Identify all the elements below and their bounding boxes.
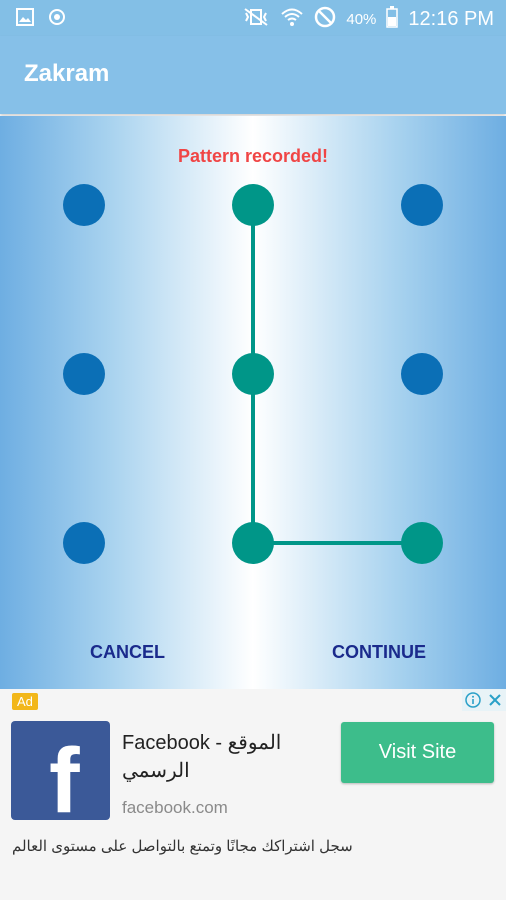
pattern-dot-r0c2[interactable] [401, 184, 443, 226]
pattern-actions: CANCEL CONTINUE [0, 642, 506, 668]
ad-controls [462, 689, 506, 711]
status-right-icons: 40% 12:16 PM [242, 6, 494, 33]
settings-notification-icon [48, 8, 66, 31]
cancel-button[interactable]: CANCEL [90, 642, 165, 663]
status-left-icons [16, 8, 66, 31]
battery-icon [386, 6, 399, 33]
pattern-dot-r1c0[interactable] [63, 353, 105, 395]
info-icon[interactable] [462, 689, 484, 711]
gallery-icon [16, 8, 34, 31]
do-not-disturb-icon [314, 6, 336, 33]
ad-domain: facebook.com [122, 798, 228, 817]
visit-site-button[interactable]: Visit Site [341, 722, 494, 783]
app-title: Zakram [24, 60, 110, 87]
vibrate-mute-icon [242, 7, 270, 32]
close-icon[interactable] [484, 689, 506, 711]
ad-badge: Ad [12, 693, 38, 710]
pattern-dot-r0c0[interactable] [63, 184, 105, 226]
wifi-icon [280, 7, 304, 32]
ad-title[interactable]: Facebook - الموقع الرسمي [122, 729, 328, 785]
pattern-dot-r0c1[interactable] [232, 184, 274, 226]
facebook-logo-icon[interactable]: f [11, 721, 110, 820]
pattern-dot-r2c0[interactable] [63, 522, 105, 564]
pattern-dot-r1c1[interactable] [232, 353, 274, 395]
battery-percent: 40% [346, 11, 377, 28]
ad-description: سجل اشتراكك مجانًا وتمتع بالتواصل على مس… [12, 838, 353, 855]
ad-banner[interactable]: Ad f Facebook - الموقع الرسمي facebook.c… [0, 689, 506, 900]
pattern-grid[interactable] [0, 116, 506, 636]
pattern-dot-r1c2[interactable] [401, 353, 443, 395]
status-time: 12:16 PM [408, 8, 494, 30]
pattern-screen: Pattern recorded! CANCEL CONTINUE [0, 116, 506, 689]
status-bar: 40% 12:16 PM [0, 0, 506, 36]
pattern-dot-r2c1[interactable] [232, 522, 274, 564]
pattern-dot-r2c2[interactable] [401, 522, 443, 564]
continue-button[interactable]: CONTINUE [332, 642, 426, 663]
app-bar: Zakram [0, 36, 506, 114]
ad-logo-letter: f [49, 730, 80, 820]
